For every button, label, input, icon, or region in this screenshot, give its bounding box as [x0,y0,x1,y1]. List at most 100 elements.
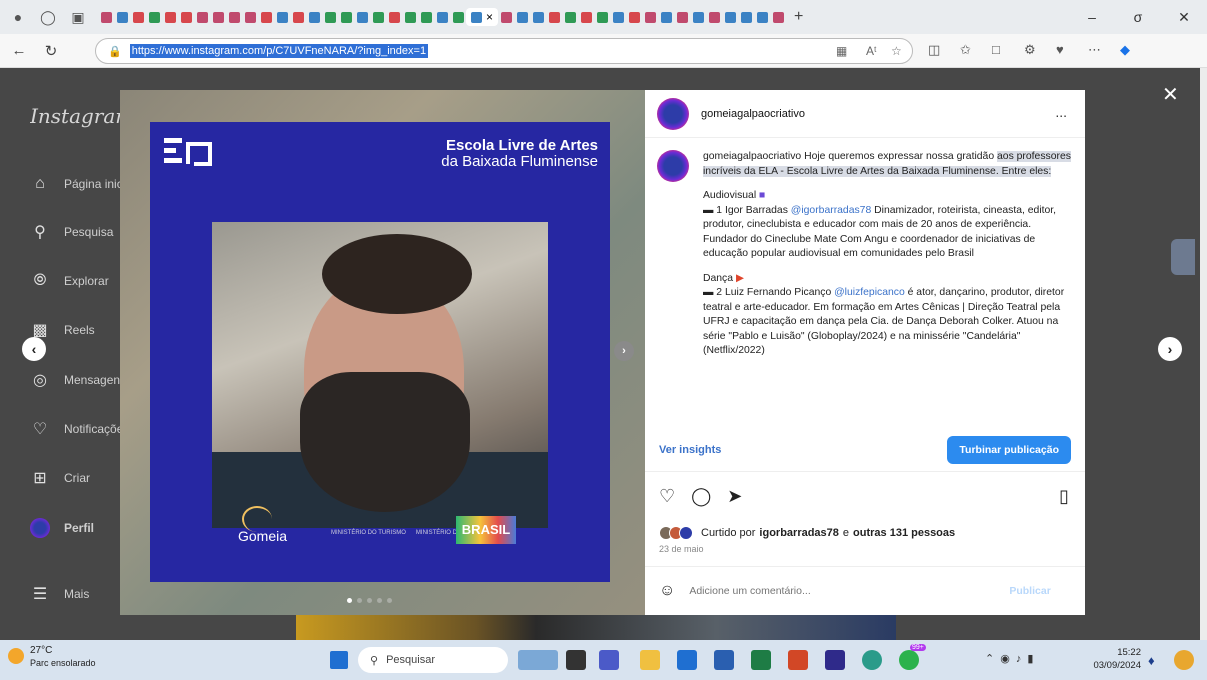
close-modal-icon[interactable]: ✕ [1162,82,1179,107]
taskbar-clock[interactable]: 15:22 03/09/2024 [1083,646,1141,672]
tab-favicon[interactable] [740,11,752,23]
tab-favicon[interactable] [676,11,688,23]
tab-favicon[interactable] [644,11,656,23]
like-heart-icon[interactable]: ♡ [659,486,675,507]
file-explorer-icon[interactable] [640,650,660,670]
sidebar-item-messages[interactable]: ◎ Mensagens [30,370,120,390]
post-image[interactable]: Escola Livre de Artes da Baixada Flumine… [150,122,610,582]
app-available-icon[interactable]: ▦ [836,44,847,58]
tab-favicon[interactable] [628,11,640,23]
minimize-icon[interactable]: – [1069,0,1115,34]
weather-sun-icon[interactable] [8,648,24,664]
sidebar-item-search[interactable]: ⚲ Pesquisa [30,222,120,242]
tab-favicon[interactable] [692,11,704,23]
tab-favicon[interactable] [228,11,240,23]
refresh-icon[interactable]: ↻ [38,38,64,64]
profile-icon[interactable]: ● [6,5,30,29]
sidebar-item-reels[interactable]: ▩ Reels [30,320,120,340]
next-post-icon[interactable]: › [1158,337,1182,361]
close-window-icon[interactable]: ✕ [1161,0,1207,34]
tab-favicon[interactable] [132,11,144,23]
excel-icon[interactable] [751,650,771,670]
widget-icon[interactable] [518,650,558,670]
sidebar-item-more[interactable]: ☰ Mais [30,584,120,604]
tab-favicon[interactable] [596,11,608,23]
weather-widget[interactable]: 27°C Parc ensolarado [30,645,96,669]
tab-favicon[interactable] [516,11,528,23]
tab-favicon[interactable] [500,11,512,23]
tab-favicon[interactable] [452,11,464,23]
sidebar-item-home[interactable]: ⌂ Página inicial [30,174,120,194]
mention-link[interactable]: @igorbarradas78 [791,205,871,216]
favorite-star-icon[interactable]: ☆ [891,44,902,58]
comment-input[interactable] [689,585,1010,597]
whatsapp-icon[interactable] [899,650,919,670]
start-windows-icon[interactable] [330,651,348,669]
emoji-icon[interactable]: ☺ [659,582,675,600]
liked-others-link[interactable]: outras 131 pessoas [853,527,955,539]
tab-favicon[interactable] [548,11,560,23]
next-image-icon[interactable]: › [614,341,634,361]
tab-favicon[interactable] [660,11,672,23]
tab-favicon[interactable] [564,11,576,23]
tab-favicon[interactable] [196,11,208,23]
copilot-icon[interactable]: ◆ [1120,42,1130,58]
tab-favicon[interactable] [292,11,304,23]
avatar[interactable] [657,97,689,130]
tab-favicon[interactable] [356,11,368,23]
favorites-icon[interactable]: ✩ [960,42,971,58]
collections-icon[interactable]: □ [992,42,1000,57]
post-author-handle[interactable]: gomeiagalpaocriativo [701,108,805,120]
tab-favicon[interactable] [772,11,784,23]
side-tab-icon[interactable] [1171,239,1195,275]
share-icon[interactable]: ➤ [727,486,742,507]
page-scrollbar[interactable] [1200,68,1207,640]
menu-dots-icon[interactable]: ⋯ [1088,42,1101,58]
tab-actions-icon[interactable]: ▣ [66,5,90,29]
taskview-icon[interactable] [566,650,586,670]
tab-favicon[interactable] [340,11,352,23]
premiere-icon[interactable] [825,650,845,670]
tab-favicon[interactable] [116,11,128,23]
boost-post-button[interactable]: Turbinar publicação [947,435,1071,464]
tab-favicon[interactable] [404,11,416,23]
tab-favicon[interactable] [244,11,256,23]
tab-favicon[interactable] [436,11,448,23]
word-icon[interactable] [714,650,734,670]
address-bar[interactable]: 🔒 https://www.instagram.com/p/C7UVFneNAR… [95,38,913,64]
tab-favicon[interactable] [212,11,224,23]
tab-close-icon[interactable]: × [486,10,493,24]
save-bookmark-icon[interactable]: ▯ [1059,486,1069,507]
sidebar-item-create[interactable]: ⊞ Criar [30,468,120,488]
url-text[interactable]: https://www.instagram.com/p/C7UVFneNARA/… [129,44,429,58]
tab-favicon[interactable] [276,11,288,23]
tab-favicon[interactable] [308,11,320,23]
mail-icon[interactable] [677,650,697,670]
sidebar-item-explore[interactable]: ⦾ Explorar [30,271,120,291]
tab-favicon[interactable] [180,11,192,23]
tab-favicon[interactable] [164,11,176,23]
tab-favicon[interactable] [260,11,272,23]
caption-author[interactable]: gomeiagalpaocriativo [703,151,801,162]
extensions-icon[interactable]: ⚙ [1024,42,1036,58]
previous-post-icon[interactable]: ‹ [22,337,46,361]
more-options-icon[interactable]: ... [1055,104,1067,120]
sidebar-item-notifications[interactable]: ♡ Notificações [30,419,120,439]
read-aloud-icon[interactable]: Aᵗ [866,44,877,58]
publish-button[interactable]: Publicar [1009,585,1050,597]
restore-icon[interactable]: σ [1115,0,1161,34]
tab-favicon[interactable] [420,11,432,23]
mention-link[interactable]: @luizfepicanco [834,287,905,298]
copilot-taskbar-icon[interactable] [1174,650,1194,670]
tab-favicon[interactable] [324,11,336,23]
browser-essentials-icon[interactable]: ♥ [1056,42,1064,57]
teams-icon[interactable] [599,650,619,670]
tab-active[interactable]: × [466,8,499,26]
sidebar-item-profile[interactable]: Perfil [30,518,120,538]
tab-favicon[interactable] [388,11,400,23]
liked-user-link[interactable]: igorbarradas78 [759,527,838,539]
tab-favicon[interactable] [580,11,592,23]
powerpoint-icon[interactable] [788,650,808,670]
tab-favicon[interactable] [708,11,720,23]
taskbar-search[interactable]: ⚲ Pesquisar [358,647,508,673]
